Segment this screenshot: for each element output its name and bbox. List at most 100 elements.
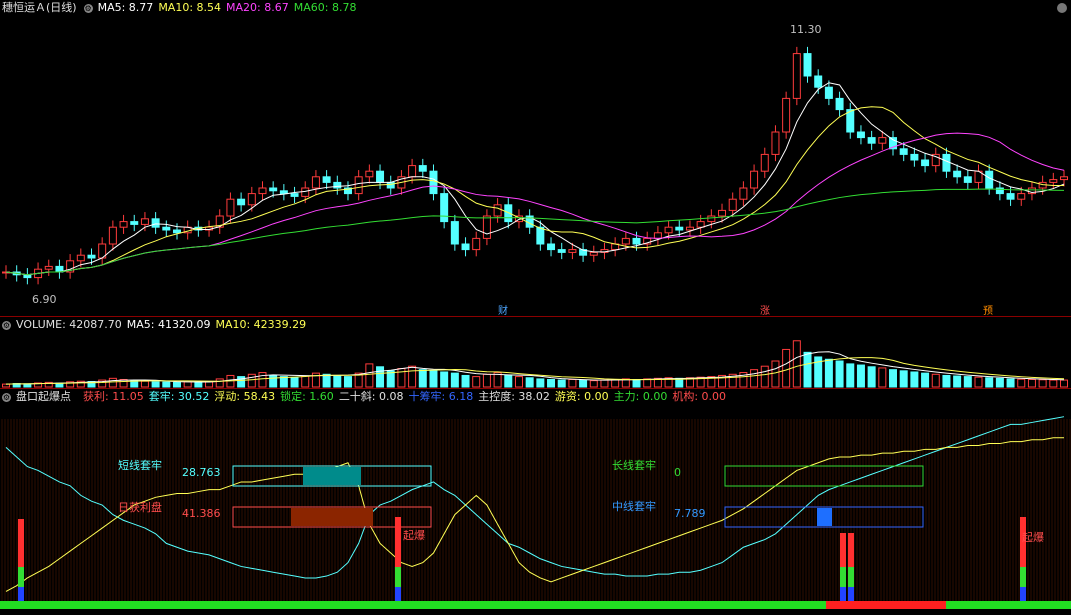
volume-bar <box>408 365 417 388</box>
signal-bar-base <box>1020 587 1026 601</box>
candle-body <box>653 232 662 239</box>
volume-bar <box>568 378 577 388</box>
volume-bar <box>376 366 385 388</box>
candle-body <box>269 187 278 192</box>
candle-body <box>632 237 641 245</box>
volume-bar <box>269 374 278 388</box>
candle-body <box>921 159 930 167</box>
candle-body <box>408 165 417 178</box>
candle-body <box>792 53 801 99</box>
signal-bar-base <box>848 587 854 601</box>
candle-body <box>718 209 727 217</box>
candle-body <box>119 221 128 228</box>
state-strip-green-right <box>946 601 1071 609</box>
volume-bar <box>942 374 951 388</box>
candle-body <box>621 237 630 245</box>
candle-body <box>76 254 85 262</box>
price-pane[interactable]: 穗恒运Ａ(日线) ⚙ MA5: 8.77 MA10: 8.54 MA20: 8.67 MA… <box>0 0 1071 317</box>
volume-bar <box>343 376 352 388</box>
ma5-line <box>5 82 1065 276</box>
long-trapped-value: 0 <box>674 466 681 479</box>
indicator-pane[interactable]: ⚙ 盘口起爆点 获利: 11.05 套牢: 30.52 浮动: 58.43 锁定: 1.6… <box>0 389 1071 615</box>
volume-bar <box>963 376 972 388</box>
volume-bar <box>140 380 149 388</box>
volume-bar <box>771 360 780 388</box>
low-price-label: 6.90 <box>32 293 57 306</box>
volume-bar <box>504 374 513 388</box>
long-trapped-label: 长线套牢 <box>612 459 656 472</box>
volume-bar <box>172 381 181 388</box>
event-marker-rise[interactable]: 涨 <box>760 302 770 317</box>
volume-bar <box>1049 379 1058 388</box>
volume-bar <box>365 363 374 388</box>
signal-bar-mid <box>18 567 24 587</box>
candle-body <box>44 265 53 270</box>
candle-body <box>365 170 374 178</box>
candle-body <box>87 254 96 259</box>
volume-bar <box>835 360 844 388</box>
candle-body <box>226 198 235 217</box>
candle-body <box>472 237 481 251</box>
volume-bar <box>846 363 855 388</box>
volume-bar <box>1006 378 1015 388</box>
volume-bar <box>525 377 534 388</box>
volume-bar <box>1017 378 1026 388</box>
daily-profit-gauge-fill <box>291 508 373 526</box>
volume-bar <box>162 381 171 388</box>
candle-body <box>140 218 149 225</box>
candle-body <box>985 170 994 189</box>
signal-bar-mid <box>848 567 854 587</box>
candle-body <box>258 187 267 195</box>
volume-bar <box>547 378 556 388</box>
candle-body <box>739 187 748 200</box>
candle-body <box>803 53 812 77</box>
signal-bar-mid <box>840 567 846 587</box>
event-marker-forecast[interactable]: 预 <box>983 302 993 317</box>
volume-bar <box>429 370 438 388</box>
volume-bar <box>108 377 117 388</box>
candle-body <box>814 75 823 88</box>
candle-body <box>782 97 791 133</box>
volume-bar <box>995 377 1004 388</box>
mid-trapped-value: 7.789 <box>674 507 706 520</box>
short-trapped-gauge-fill <box>303 467 361 485</box>
state-strip-red <box>826 601 946 609</box>
volume-bar <box>579 379 588 388</box>
candle-body <box>162 226 171 231</box>
candle-body <box>354 176 363 195</box>
volume-bar <box>921 372 930 388</box>
volume-pane[interactable]: ⚙ VOLUME: 42087.70 MA5: 41320.09 MA10: 4233… <box>0 317 1071 388</box>
volume-bar <box>985 377 994 388</box>
volume-bar <box>750 369 759 388</box>
volume-bar <box>322 373 331 388</box>
candle-body <box>493 204 502 217</box>
candle-body <box>450 221 459 245</box>
event-marker-finance[interactable]: 财 <box>498 302 508 317</box>
short-trapped-value: 28.763 <box>182 466 221 479</box>
candle-body <box>760 153 769 172</box>
candle-body <box>589 251 598 256</box>
volume-bar <box>247 373 256 388</box>
candle-body <box>536 226 545 245</box>
volume-bar <box>440 371 449 388</box>
candle-body <box>547 243 556 251</box>
volume-bar <box>899 370 908 388</box>
candle-body <box>696 221 705 228</box>
candle-body <box>279 190 288 195</box>
volume-bar <box>194 381 203 388</box>
candle-body <box>963 176 972 183</box>
candle-body <box>482 215 491 239</box>
candle-body <box>1060 176 1068 181</box>
volume-bar <box>450 372 459 388</box>
candlestick-chart <box>2 46 1068 285</box>
candle-body <box>728 198 737 211</box>
volume-bar <box>290 377 299 388</box>
short-trapped-label: 短线套牢 <box>118 459 162 472</box>
volume-bar <box>536 378 545 388</box>
volume-chart <box>2 340 1068 388</box>
signal-bar-mid <box>1020 567 1026 587</box>
volume-bar <box>514 376 523 388</box>
candle-body <box>429 170 438 195</box>
volume-bar <box>589 380 598 388</box>
volume-bar <box>611 378 620 388</box>
